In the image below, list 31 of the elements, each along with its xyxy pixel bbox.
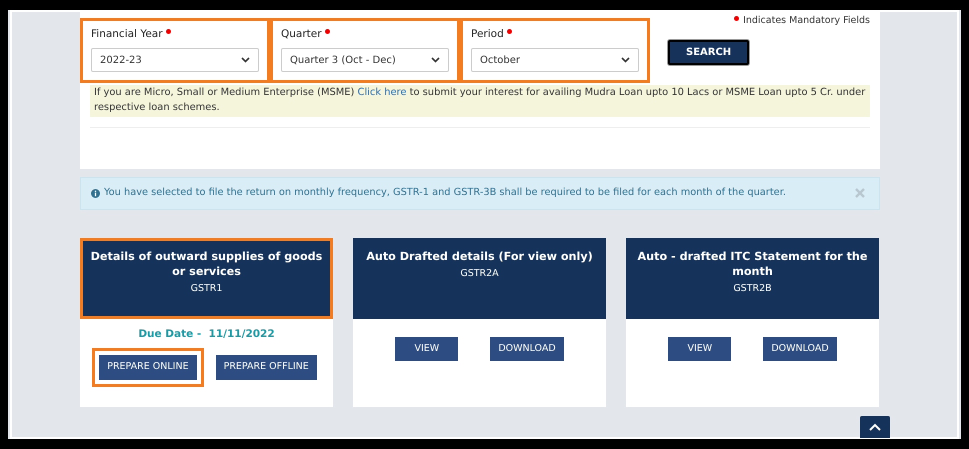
action-button[interactable]: PREPARE OFFLINE [216, 355, 317, 380]
action-button[interactable]: PREPARE ONLINE [92, 348, 204, 387]
field-label: Financial Year [91, 27, 163, 42]
field-label: Quarter [281, 27, 322, 42]
search-button[interactable]: SEARCH [668, 40, 750, 66]
click-here-link[interactable]: Click here [358, 87, 406, 98]
return-code: GSTR2B [732, 282, 773, 296]
action-button[interactable]: DOWNLOAD [763, 336, 837, 361]
select-field[interactable]: October [471, 48, 639, 72]
select-field[interactable]: Quarter 3 (Oct - Dec) [281, 48, 449, 72]
due-date: Due Date - 11/11/2022 [137, 326, 276, 342]
return-code: GSTR2A [459, 266, 500, 281]
return-code: GSTR1 [190, 282, 224, 296]
chevron-down-icon [241, 57, 250, 63]
select-field[interactable]: 2022-23 [91, 48, 259, 72]
view-button[interactable]: VIEW [668, 336, 732, 361]
chevron-down-icon [621, 57, 630, 63]
card-title: Auto Drafted details (For view only) [365, 248, 594, 264]
view-button[interactable]: VIEW [395, 336, 458, 361]
action-button[interactable]: DOWNLOAD [490, 336, 564, 361]
mandatory-note: Indicates Mandatory Fields [743, 14, 870, 28]
scroll-to-top-button[interactable] [860, 416, 890, 438]
caret-icon [869, 423, 881, 431]
info-text: You have selected to file the return on monthly frequency, GSTR-1 and GSTR-3B shall be required to be filed for each month of the quarter. [104, 186, 787, 200]
field-label: Period [471, 27, 504, 42]
required-icon [734, 16, 740, 21]
msme-notice: If you are Micro, Small or Medium Enterprise (MSME) Click here to submit your interest for availing Mudra Loan upto 10 Lacs or MSME Loan upto 5 Cr. under respective loan schemes. [90, 85, 870, 117]
info-icon [91, 188, 100, 198]
card-title: Details of outward supplies of goods or services [90, 248, 324, 279]
chevron-down-icon [431, 57, 440, 63]
card-title: Auto - drafted ITC Statement for the month [636, 248, 868, 279]
